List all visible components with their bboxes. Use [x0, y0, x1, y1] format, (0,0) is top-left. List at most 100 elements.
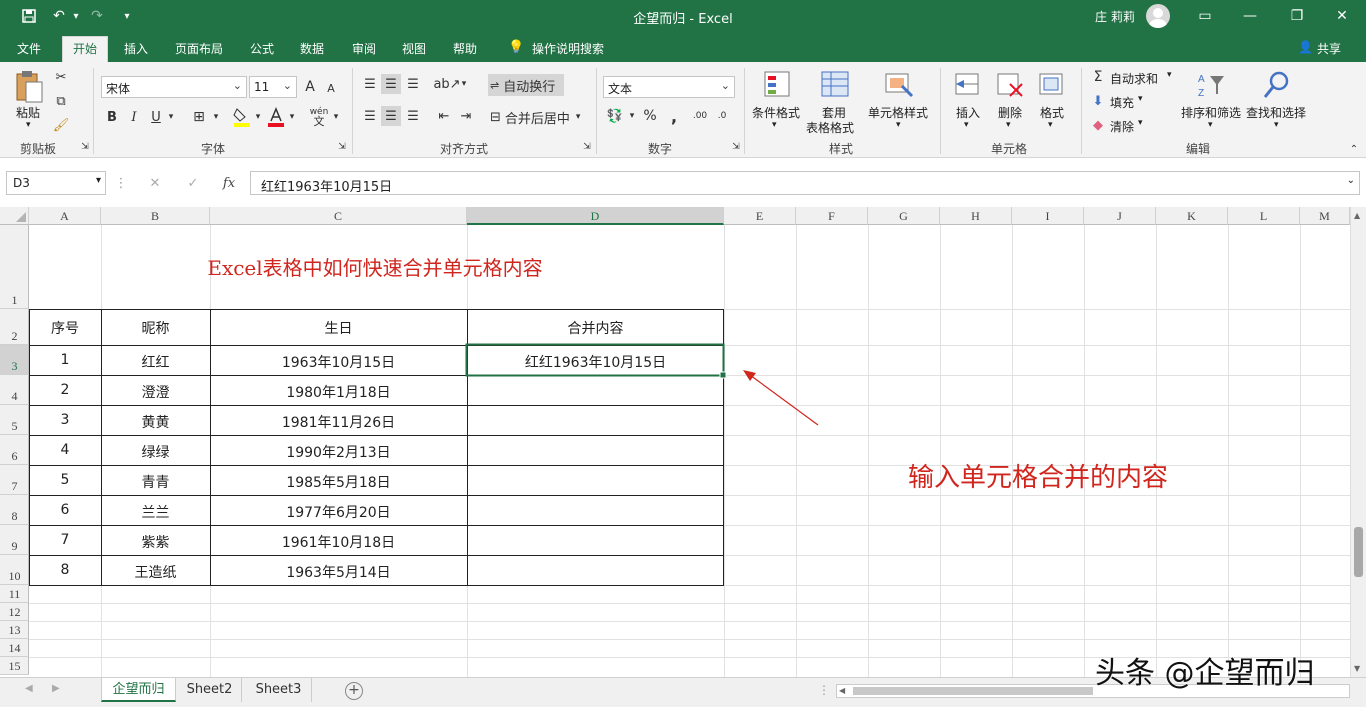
eraser-icon[interactable]: ◆ — [1090, 116, 1106, 134]
format-cells-label[interactable]: 格式 — [1040, 104, 1064, 121]
table-cell[interactable]: 1981年11月26日 — [210, 412, 467, 432]
restore-icon[interactable]: ❐ — [1285, 6, 1309, 26]
increase-decimal-icon[interactable]: .00 — [690, 106, 710, 126]
grow-font-icon[interactable]: A — [302, 77, 318, 97]
cell-styles-label[interactable]: 单元格样式 — [868, 104, 928, 121]
formula-input[interactable]: 红红1963年10月15日 ⌄ — [250, 171, 1360, 195]
scroll-up-icon[interactable]: ▲ — [1354, 211, 1360, 220]
add-sheet-button[interactable]: + — [345, 682, 363, 700]
table-cell[interactable]: 1977年6月20日 — [210, 502, 467, 522]
align-top-icon[interactable]: ☰ — [360, 74, 380, 94]
align-center-icon[interactable]: ☰ — [381, 106, 401, 126]
alignment-launcher-icon[interactable]: ⇲ — [582, 142, 592, 152]
avatar[interactable] — [1146, 4, 1170, 28]
table-cell[interactable]: 3 — [29, 412, 101, 428]
conditional-format-label[interactable]: 条件格式 — [752, 104, 800, 121]
copy-icon[interactable]: ⧉ — [52, 92, 70, 110]
header-cell[interactable]: 昵称 — [101, 318, 210, 338]
hscroll-thumb[interactable] — [853, 687, 1093, 695]
minimize-icon[interactable]: — — [1238, 6, 1262, 26]
table-cell[interactable]: 兰兰 — [101, 502, 210, 522]
clear-label[interactable]: 清除 — [1110, 118, 1134, 135]
tab-file[interactable]: 文件 — [17, 40, 41, 57]
table-cell[interactable]: 绿绿 — [101, 442, 210, 462]
sheet-tab[interactable]: Sheet2 — [178, 678, 242, 702]
format-table-icon[interactable] — [820, 70, 850, 100]
sort-filter-label[interactable]: 排序和筛选 — [1181, 104, 1241, 121]
tab-home[interactable]: 开始 — [62, 36, 108, 62]
table-cell[interactable]: 1 — [29, 352, 101, 368]
autosum-icon[interactable]: Σ — [1090, 68, 1106, 86]
active-cell[interactable]: 红红1963年10月15日 — [467, 352, 724, 372]
table-cell[interactable]: 4 — [29, 442, 101, 458]
shrink-font-icon[interactable]: A — [324, 79, 338, 97]
number-format-select[interactable]: 文本 ⌄ — [603, 76, 735, 98]
paste-icon[interactable] — [14, 70, 44, 103]
comma-button[interactable]: , — [664, 106, 684, 126]
sort-filter-icon[interactable]: AZ — [1196, 70, 1226, 100]
fill-down-icon[interactable]: ⬇ — [1090, 92, 1106, 110]
table-cell[interactable]: 1990年2月13日 — [210, 442, 467, 462]
tab-page-layout[interactable]: 页面布局 — [175, 40, 223, 57]
merge-center-button[interactable]: ⊟ 合并后居中 ▾ — [488, 106, 588, 128]
delete-cells-icon[interactable] — [996, 70, 1026, 100]
tab-data[interactable]: 数据 — [300, 40, 324, 57]
sheet-title[interactable]: Excel表格中如何快速合并单元格内容 — [100, 252, 650, 281]
confirm-entry-icon[interactable]: ✓ — [183, 174, 203, 192]
chevron-down-icon[interactable]: ⌄ — [1347, 175, 1355, 186]
tab-insert[interactable]: 插入 — [124, 40, 148, 57]
tab-view[interactable]: 视图 — [402, 40, 426, 57]
fill-color-icon[interactable] — [232, 106, 252, 128]
font-size-select[interactable]: 11 ⌄ — [249, 76, 297, 98]
insert-cells-label[interactable]: 插入 — [956, 104, 980, 121]
find-select-label[interactable]: 查找和选择 — [1246, 104, 1306, 121]
align-right-icon[interactable]: ☰ — [403, 106, 423, 126]
sheet-tab[interactable]: Sheet3 — [246, 678, 312, 702]
cancel-entry-icon[interactable]: ✕ — [145, 174, 165, 192]
underline-dropdown-icon[interactable]: ▾ — [165, 108, 177, 126]
increase-indent-icon[interactable]: ⇥ — [456, 106, 476, 126]
tab-help[interactable]: 帮助 — [453, 40, 477, 57]
table-cell[interactable]: 1980年1月18日 — [210, 382, 467, 402]
table-cell[interactable]: 6 — [29, 502, 101, 518]
decrease-indent-icon[interactable]: ⇤ — [434, 106, 454, 126]
phonetic-dropdown-icon[interactable]: ▾ — [330, 108, 342, 126]
accounting-format-icon[interactable]: 💱 — [604, 106, 626, 126]
orientation-dropdown-icon[interactable]: ▾ — [458, 74, 470, 94]
font-color-dropdown-icon[interactable]: ▾ — [286, 108, 298, 126]
percent-button[interactable]: % — [640, 106, 660, 126]
scroll-left-icon[interactable]: ◀ — [839, 686, 845, 695]
scroll-thumb[interactable] — [1354, 527, 1363, 577]
tell-me-search[interactable]: 操作说明搜索 — [532, 40, 604, 57]
table-cell[interactable]: 1961年10月18日 — [210, 532, 467, 552]
paste-dropdown-icon[interactable]: ▾ — [26, 120, 31, 130]
table-cell[interactable]: 2 — [29, 382, 101, 398]
orientation-icon[interactable]: ab↗ — [433, 74, 460, 94]
font-color-icon[interactable] — [266, 106, 286, 128]
font-launcher-icon[interactable]: ⇲ — [337, 142, 347, 152]
collapse-ribbon-icon[interactable]: ⌃ — [1348, 144, 1360, 155]
align-bottom-icon[interactable]: ☰ — [403, 74, 423, 94]
table-cell[interactable]: 澄澄 — [101, 382, 210, 402]
header-cell[interactable]: 合并内容 — [467, 318, 724, 338]
underline-button[interactable]: U — [148, 108, 164, 126]
header-cell[interactable]: 序号 — [29, 318, 101, 338]
borders-dropdown-icon[interactable]: ▾ — [210, 108, 222, 126]
table-cell[interactable]: 王造纸 — [101, 562, 210, 582]
worksheet[interactable]: A B C D E F G H I J K L M 1 2 3 4 5 6 7 … — [0, 207, 1366, 677]
table-cell[interactable]: 青青 — [101, 472, 210, 492]
fill-color-dropdown-icon[interactable]: ▾ — [252, 108, 264, 126]
table-cell[interactable]: 紫紫 — [101, 532, 210, 552]
share-button[interactable]: 共享 — [1317, 40, 1341, 57]
table-cell[interactable]: 7 — [29, 532, 101, 548]
number-launcher-icon[interactable]: ⇲ — [731, 142, 741, 152]
delete-cells-label[interactable]: 删除 — [998, 104, 1022, 121]
format-painter-icon[interactable]: 🖌 — [52, 116, 70, 134]
sheet-tab-active[interactable]: 企望而归 — [101, 678, 176, 702]
align-middle-icon[interactable]: ☰ — [381, 74, 401, 94]
fill-label[interactable]: 填充 — [1110, 94, 1134, 111]
insert-function-icon[interactable]: fx — [219, 174, 239, 192]
bold-button[interactable]: B — [104, 108, 120, 126]
conditional-format-icon[interactable] — [763, 70, 793, 100]
table-cell[interactable]: 8 — [29, 562, 101, 578]
